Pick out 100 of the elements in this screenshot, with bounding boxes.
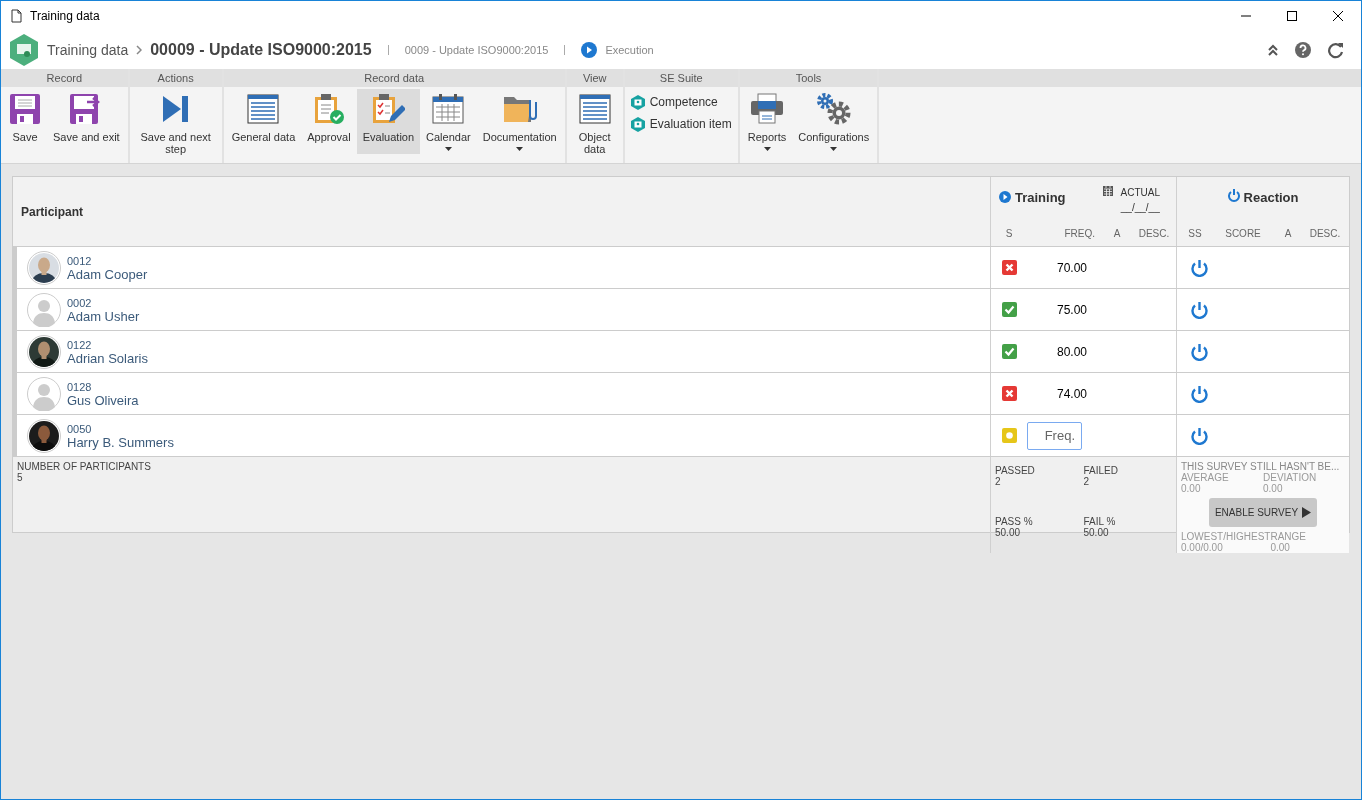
frequency-value: 80.00 [1055, 343, 1088, 361]
section-title: Reaction [1243, 189, 1299, 207]
ribbon-button[interactable]: Calendar [420, 89, 477, 154]
footer-value: 0.00 [1181, 483, 1202, 494]
close-icon [1333, 11, 1343, 21]
column-header: DESC. [1137, 226, 1171, 241]
ribbon-button[interactable]: Save and exit [47, 89, 126, 146]
clipboard-check-icon [312, 93, 345, 125]
ribbon-button[interactable]: Documentation [476, 89, 563, 154]
footer-value: 50.00 [1083, 527, 1110, 538]
ribbon-button[interactable]: Save [3, 89, 47, 146]
participant-name: Adam Cooper [67, 267, 148, 282]
ribbon-button[interactable]: Save and next step [131, 89, 220, 158]
collapse-icon[interactable] [1267, 43, 1279, 57]
clipboard-pencil-icon [371, 93, 406, 125]
printer-icon [750, 93, 784, 125]
participant-code: 0050 [67, 421, 93, 436]
frequency-value: 74.00 [1055, 385, 1088, 403]
skip-forward-icon [162, 95, 189, 123]
frequency-value: 70.00 [1055, 259, 1088, 277]
footer-value: 0.00 [1270, 542, 1291, 553]
participant-code: 0122 [67, 337, 93, 352]
footer-label: NUMBER OF PARTICIPANTS [17, 461, 152, 472]
frequency-value: 75.00 [1055, 301, 1088, 319]
window-title: Training data [30, 8, 100, 25]
participant-name: Gus Oliveira [67, 393, 139, 408]
footer-label: AVERAGE [1181, 472, 1230, 483]
play-icon [581, 42, 598, 58]
footer-label: FAIL % [1083, 516, 1117, 527]
calendar-icon[interactable] [1102, 185, 1113, 196]
gears-icon [815, 92, 852, 126]
footer-label: PASSED [995, 465, 1036, 476]
power-icon[interactable] [1191, 426, 1208, 445]
power-icon[interactable] [1191, 300, 1208, 319]
status-label: Execution [605, 42, 654, 58]
survey-message: THIS SURVEY STILL HASN'T BE... [1181, 461, 1341, 472]
column-header: FREQ. [1063, 226, 1096, 241]
footer-label: PASS % [995, 516, 1034, 527]
footer-value: 2 [995, 476, 1002, 487]
frequency-field[interactable]: Freq. [1027, 421, 1082, 450]
folder-clip-icon [502, 94, 537, 124]
column-header: S [1004, 226, 1014, 241]
floppy-icon [9, 93, 41, 125]
footer-value: 50.00 [995, 527, 1022, 538]
ribbon-group-label: Tools [739, 69, 878, 87]
ribbon-group-label: Actions [129, 69, 222, 87]
participant-name: Adrian Solaris [67, 351, 148, 366]
ribbon-link[interactable]: Evaluation item [626, 113, 736, 135]
ribbon-group-label: Record [1, 69, 128, 87]
form-icon [578, 94, 611, 124]
footer-label: FAILED [1083, 465, 1119, 476]
participant-name: Adam Usher [67, 309, 140, 324]
column-header: A [1283, 226, 1293, 241]
refresh-icon[interactable] [1327, 41, 1345, 59]
form-icon [247, 94, 280, 124]
power-icon[interactable] [1191, 258, 1208, 277]
ribbon-button[interactable]: Object data [568, 89, 621, 158]
footer-value: 5 [17, 472, 24, 483]
ribbon-group-label: SE Suite [624, 69, 738, 87]
power-icon[interactable] [1191, 342, 1208, 361]
breadcrumb-link[interactable]: Training data [47, 39, 129, 61]
section-title: Training [1015, 189, 1066, 207]
footer-value: 0.00/0.00 [1181, 542, 1224, 553]
ribbon-button[interactable]: Configurations [792, 89, 876, 154]
ribbon-button[interactable]: Evaluation [356, 89, 421, 154]
document-icon [11, 9, 22, 23]
ribbon-button[interactable]: General data [225, 89, 302, 154]
certificate-icon [9, 34, 39, 66]
power-icon[interactable] [1191, 384, 1208, 403]
participant-code: 0128 [67, 379, 93, 394]
column-header[interactable]: Participant [21, 202, 83, 221]
ribbon-group-label: Record data [223, 69, 565, 87]
chevron-icon [136, 45, 143, 55]
id-badge-icon [630, 116, 645, 132]
id-badge-icon [630, 94, 645, 110]
footer-label: LOWEST/HIGHEST [1181, 531, 1271, 542]
participant-code: 0012 [67, 253, 93, 268]
play-icon [999, 191, 1011, 203]
play-icon [1302, 507, 1312, 518]
footer-label: DEVIATION [1263, 472, 1318, 483]
date-value[interactable]: __/__/__ [1120, 200, 1160, 215]
ribbon-button[interactable]: Reports [741, 89, 793, 154]
ribbon-button[interactable]: Approval [301, 89, 357, 154]
footer-value: 0.00 [1263, 483, 1284, 494]
ribbon-group-label: View [566, 69, 623, 87]
column-header: A [1112, 226, 1122, 241]
date-label: ACTUAL [1120, 186, 1160, 200]
record-title: 00009 - Update ISO9000:2015 [150, 40, 372, 60]
enable-survey-button[interactable]: ENABLE SURVEY [1208, 498, 1318, 527]
maximize-icon [1287, 11, 1297, 21]
footer-value: 2 [1083, 476, 1091, 487]
column-header: SS [1187, 226, 1203, 241]
column-header: DESC. [1308, 226, 1342, 241]
power-icon [1227, 189, 1240, 202]
record-subtitle: 0009 - Update ISO9000:2015 [404, 42, 549, 58]
column-header: SCORE [1224, 226, 1262, 241]
footer-label: RANGE [1270, 531, 1307, 542]
help-icon[interactable] [1295, 42, 1311, 58]
calendar-icon [432, 94, 465, 124]
ribbon-link[interactable]: Competence [626, 91, 736, 113]
